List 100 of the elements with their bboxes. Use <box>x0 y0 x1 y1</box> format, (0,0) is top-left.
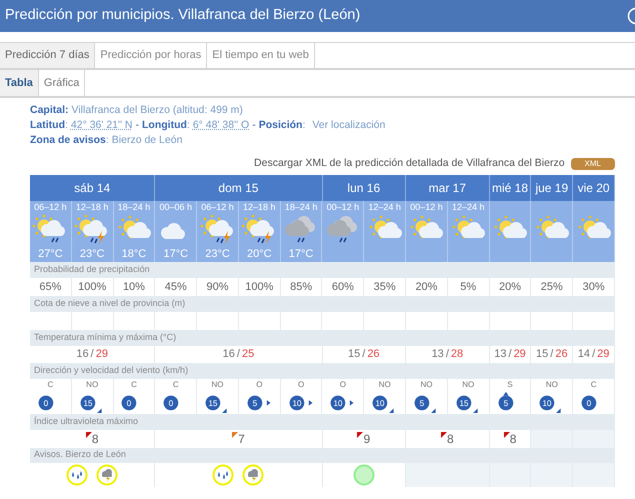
day-header: jue 19 <box>531 175 574 201</box>
period-temperature: 20°C <box>247 247 272 261</box>
period-hours: 12–24 h <box>452 201 485 213</box>
period-hours: 00–12 h <box>326 201 360 213</box>
wind-speed-badge: 5 <box>498 391 523 413</box>
precipitation-value: 85% <box>290 280 312 295</box>
separator: : <box>302 118 306 133</box>
uv-index: 8 <box>447 431 454 448</box>
period-temperature: 27°C <box>38 247 63 261</box>
max-temperature: 26 <box>367 347 380 362</box>
separator: / <box>90 347 94 362</box>
field-label: Longitud <box>142 118 187 133</box>
field-label: Posición <box>258 118 302 133</box>
row-label: Índice ultravioleta máximo <box>34 415 138 428</box>
precipitation-value: 10% <box>122 280 145 295</box>
separator: : <box>106 133 109 148</box>
precipitation-value: 100% <box>78 280 106 295</box>
precipitation-value: 60% <box>332 280 354 295</box>
min-temperature: 13 <box>494 347 506 362</box>
wind-direction: NO <box>86 380 98 390</box>
uv-index: 8 <box>510 431 516 448</box>
wind-direction: NO <box>420 380 432 390</box>
precipitation-value: 30% <box>582 280 605 295</box>
field-label: Capital: <box>30 103 69 118</box>
location-link[interactable]: Ver localización <box>312 118 386 133</box>
precipitation-value: 45% <box>164 280 187 295</box>
separator: / <box>362 347 366 362</box>
warning-icon[interactable] <box>96 464 118 486</box>
separator: / <box>236 347 240 362</box>
field-label: Zona de avisos <box>30 133 106 148</box>
precipitation-value: 25% <box>540 280 563 295</box>
min-temperature: 16 <box>222 347 235 362</box>
precipitation-value: 65% <box>39 280 62 295</box>
period-hours: 06–12 h <box>34 201 67 213</box>
wind-speed-badge: 15 <box>205 391 230 413</box>
max-temperature: 28 <box>450 347 464 362</box>
separator: / <box>446 347 449 362</box>
period-temperature: 23°C <box>80 247 104 261</box>
period-hours: 00–12 h <box>410 201 443 213</box>
row-label: Dirección y velocidad del viento (km/h) <box>34 364 188 378</box>
period-hours: 18–24 h <box>284 201 318 213</box>
wind-direction: NO <box>378 380 391 390</box>
period-hours: 12–24 h <box>368 201 401 213</box>
row-label: Cota de nieve a nivel de provincia (m) <box>34 297 186 310</box>
period-temperature: 23°C <box>205 247 230 261</box>
min-temperature: 15 <box>348 347 360 362</box>
day-header: mar 17 <box>406 175 490 201</box>
wind-direction: NO <box>546 380 558 390</box>
precipitation-value: 100% <box>245 280 274 295</box>
tab[interactable]: Predicción 7 días <box>0 43 96 68</box>
max-temperature: 29 <box>96 347 108 362</box>
field-value: 6° 48' 38'' O <box>192 118 250 133</box>
max-temperature: 29 <box>597 347 610 362</box>
wind-speed-badge: 10 <box>288 391 314 413</box>
wind-direction: NO <box>462 380 474 390</box>
wind-speed-badge: 15 <box>80 391 105 413</box>
period-hours: 12–18 h <box>243 201 276 213</box>
wind-direction: O <box>256 380 262 390</box>
period-temperature: 17°C <box>288 247 314 261</box>
min-temperature: 16 <box>76 347 89 362</box>
separator: : <box>186 118 190 133</box>
tab[interactable]: Tabla <box>0 70 39 96</box>
day-header: vie 20 <box>573 175 615 201</box>
wind-speed-badge: 10 <box>372 391 398 413</box>
warning-icon[interactable] <box>212 464 234 486</box>
separator: : <box>65 118 68 133</box>
row-label: Temperatura mínima y máxima (°C) <box>34 331 176 344</box>
field-value: Villafranca del Bierzo (altitud: 499 m) <box>72 103 243 118</box>
period-hours: 12–18 h <box>76 201 108 213</box>
wind-speed-badge: 15 <box>456 391 481 413</box>
separator: / <box>508 347 512 362</box>
field-label: Latitud <box>30 118 65 133</box>
uv-index: 8 <box>92 431 99 448</box>
wind-direction: O <box>340 380 346 390</box>
period-temperature: 17°C <box>163 247 188 261</box>
download-link[interactable]: Descargar XML de la predicción detallada de Villafranca del Bierzo <box>254 156 565 172</box>
warning-icon[interactable] <box>66 464 88 486</box>
uv-index: 9 <box>363 431 370 448</box>
row-label: Avisos. Bierzo de León <box>34 448 126 462</box>
info-icon[interactable] <box>627 7 635 25</box>
wind-speed-badge: 10 <box>330 391 356 413</box>
separator: / <box>550 347 554 362</box>
min-temperature: 13 <box>432 347 444 362</box>
separator: - <box>136 118 140 133</box>
day-header: lun 16 <box>322 175 406 201</box>
wind-direction: C <box>172 380 179 390</box>
field-value: Bierzo de León <box>112 133 182 148</box>
period-temperature: 18°C <box>122 247 146 261</box>
precipitation-value: 5% <box>460 280 476 295</box>
wind-direction: S <box>507 380 513 390</box>
wind-speed-badge: 10 <box>539 391 564 413</box>
precipitation-value: 90% <box>206 280 229 295</box>
xml-badge[interactable]: XML <box>570 158 615 170</box>
min-temperature: 15 <box>536 347 548 362</box>
wind-speed-badge: 0 <box>38 391 63 413</box>
row-label: Probabilidad de precipitación <box>34 263 150 276</box>
period-hours: 00–06 h <box>159 201 192 213</box>
warning-icon[interactable] <box>242 464 264 486</box>
period-hours: 18–24 h <box>118 201 150 213</box>
uv-index: 7 <box>238 431 245 448</box>
